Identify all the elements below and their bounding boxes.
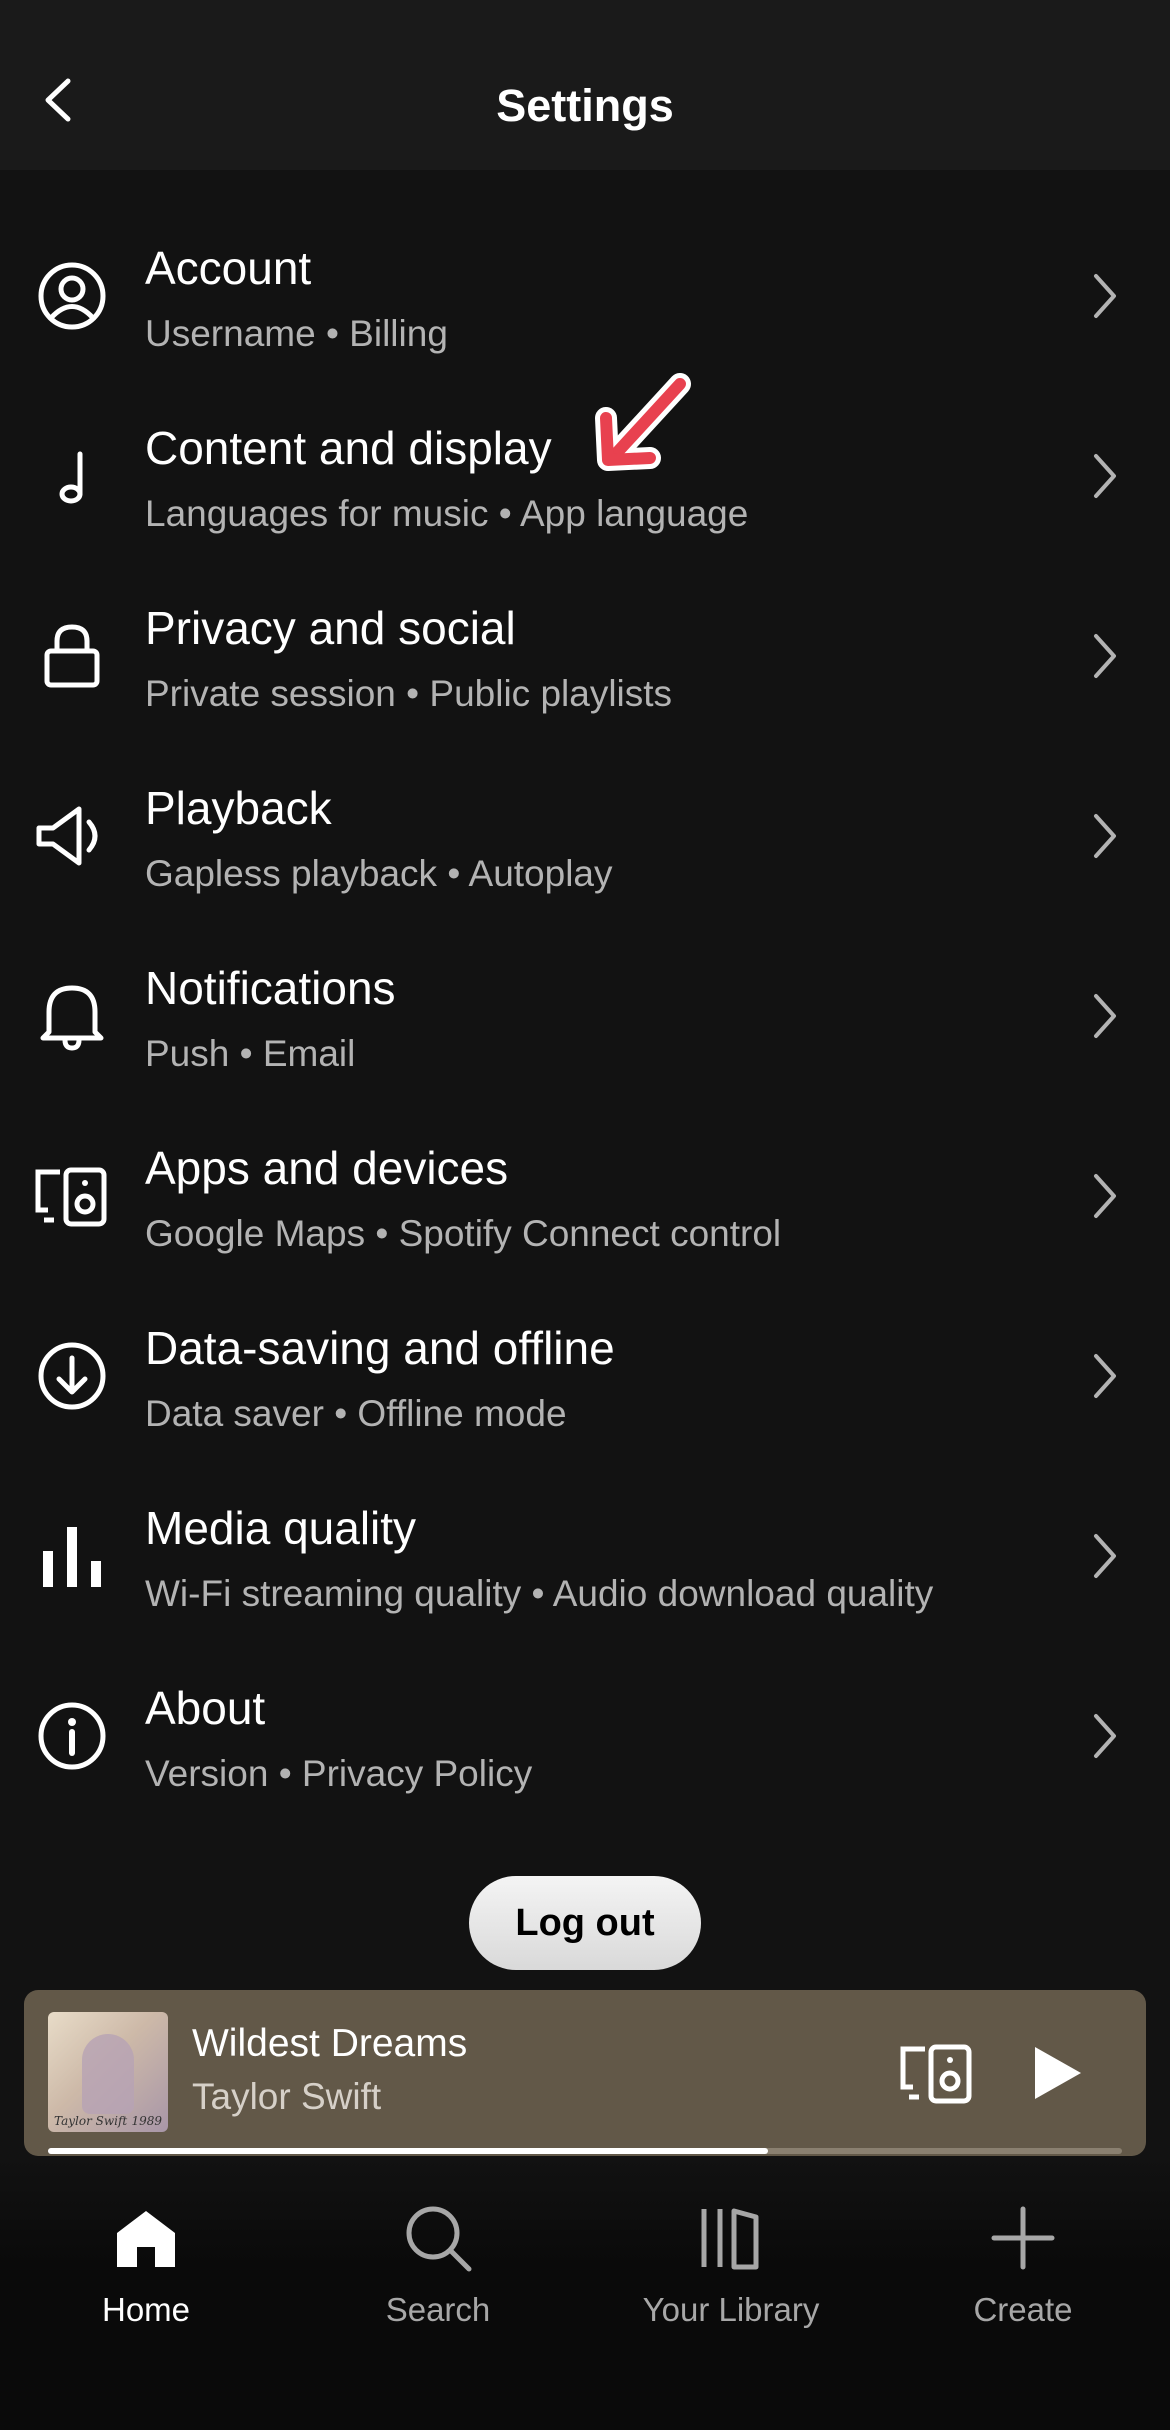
settings-item-title: Notifications [145, 962, 396, 1014]
settings-item-subtitle: Languages for music • App language [145, 493, 749, 534]
plus-icon [903, 2196, 1143, 2280]
play-icon [1035, 2047, 1081, 2099]
home-icon [26, 2196, 266, 2280]
settings-item-apps-and-devices[interactable]: Apps and devices Google Maps • Spotify C… [0, 1106, 1170, 1286]
chevron-right-icon [1080, 266, 1130, 326]
info-icon [32, 1696, 112, 1776]
nav-search[interactable]: Search [318, 2196, 558, 2376]
nav-label: Create [973, 2291, 1073, 2328]
bell-icon [32, 976, 112, 1056]
settings-item-subtitle: Username • Billing [145, 313, 448, 354]
nav-home[interactable]: Home [26, 2196, 266, 2376]
settings-item-subtitle: Google Maps • Spotify Connect control [145, 1213, 782, 1254]
library-icon [611, 2196, 851, 2280]
chevron-right-icon [1080, 806, 1130, 866]
chevron-right-icon [1080, 626, 1130, 686]
settings-item-title: Privacy and social [145, 602, 516, 654]
nav-your-library[interactable]: Your Library [611, 2196, 851, 2376]
annotation-arrow-icon [590, 370, 700, 480]
chevron-right-icon [1080, 1346, 1130, 1406]
settings-item-subtitle: Version • Privacy Policy [145, 1753, 533, 1794]
bar-chart-icon [32, 1516, 112, 1596]
search-icon [318, 2196, 558, 2280]
logout-button[interactable]: Log out [469, 1876, 701, 1970]
album-year: 1989 [131, 2114, 162, 2128]
track-artist: Taylor Swift [192, 2076, 382, 2117]
play-button[interactable] [1014, 2030, 1100, 2116]
settings-item-title: Data-saving and offline [145, 1322, 615, 1374]
bottom-nav: Home Search Your Library Create [0, 2156, 1170, 2430]
nav-create[interactable]: Create [903, 2196, 1143, 2376]
settings-item-account[interactable]: Account Username • Billing [0, 206, 1170, 386]
account-icon [32, 256, 112, 336]
page-title: Settings [496, 80, 674, 131]
devices-icon [900, 2044, 972, 2104]
header-bar: Settings [0, 0, 1170, 170]
nav-label: Home [101, 2291, 191, 2328]
nav-label: Your Library [642, 2291, 820, 2328]
chevron-right-icon [1080, 1526, 1130, 1586]
settings-item-title: Playback [145, 782, 332, 834]
chevron-right-icon [1080, 1706, 1130, 1766]
mini-player[interactable]: Taylor Swift 1989 Wildest Dreams Taylor … [24, 1990, 1146, 2156]
track-title: Wildest Dreams [192, 2022, 468, 2065]
chevron-right-icon [1080, 1166, 1130, 1226]
chevron-right-icon [1080, 446, 1130, 506]
chevron-right-icon [1080, 986, 1130, 1046]
settings-item-title: Media quality [145, 1502, 417, 1554]
music-note-icon [32, 436, 112, 516]
settings-item-media-quality[interactable]: Media quality Wi-Fi streaming quality • … [0, 1466, 1170, 1646]
settings-item-subtitle: Gapless playback • Autoplay [145, 853, 613, 894]
connect-device-button[interactable] [894, 2030, 980, 2116]
playback-progress-bar[interactable] [48, 2148, 1122, 2154]
settings-item-title: Account [145, 242, 312, 294]
speaker-icon [32, 796, 112, 876]
download-icon [32, 1336, 112, 1416]
settings-item-about[interactable]: About Version • Privacy Policy [0, 1646, 1170, 1826]
album-art: Taylor Swift 1989 [48, 2012, 168, 2132]
settings-item-subtitle: Wi-Fi streaming quality • Audio download… [145, 1573, 934, 1614]
settings-item-privacy-and-social[interactable]: Privacy and social Private session • Pub… [0, 566, 1170, 746]
settings-item-subtitle: Private session • Public playlists [145, 673, 673, 714]
settings-item-playback[interactable]: Playback Gapless playback • Autoplay [0, 746, 1170, 926]
lock-icon [32, 616, 112, 696]
settings-item-subtitle: Data saver • Offline mode [145, 1393, 567, 1434]
settings-item-data-saving-and-offline[interactable]: Data-saving and offline Data saver • Off… [0, 1286, 1170, 1466]
settings-item-subtitle: Push • Email [145, 1033, 356, 1074]
playback-progress-fill [48, 2148, 768, 2154]
settings-item-title: About [145, 1682, 266, 1734]
settings-item-notifications[interactable]: Notifications Push • Email [0, 926, 1170, 1106]
devices-icon [32, 1156, 112, 1236]
album-caption: Taylor Swift [54, 2114, 128, 2128]
settings-item-content-and-display[interactable]: Content and display Languages for music … [0, 386, 1170, 566]
album-art-figure [82, 2034, 134, 2114]
settings-item-title: Content and display [145, 422, 552, 474]
nav-label: Search [385, 2291, 491, 2328]
settings-item-title: Apps and devices [145, 1142, 509, 1194]
